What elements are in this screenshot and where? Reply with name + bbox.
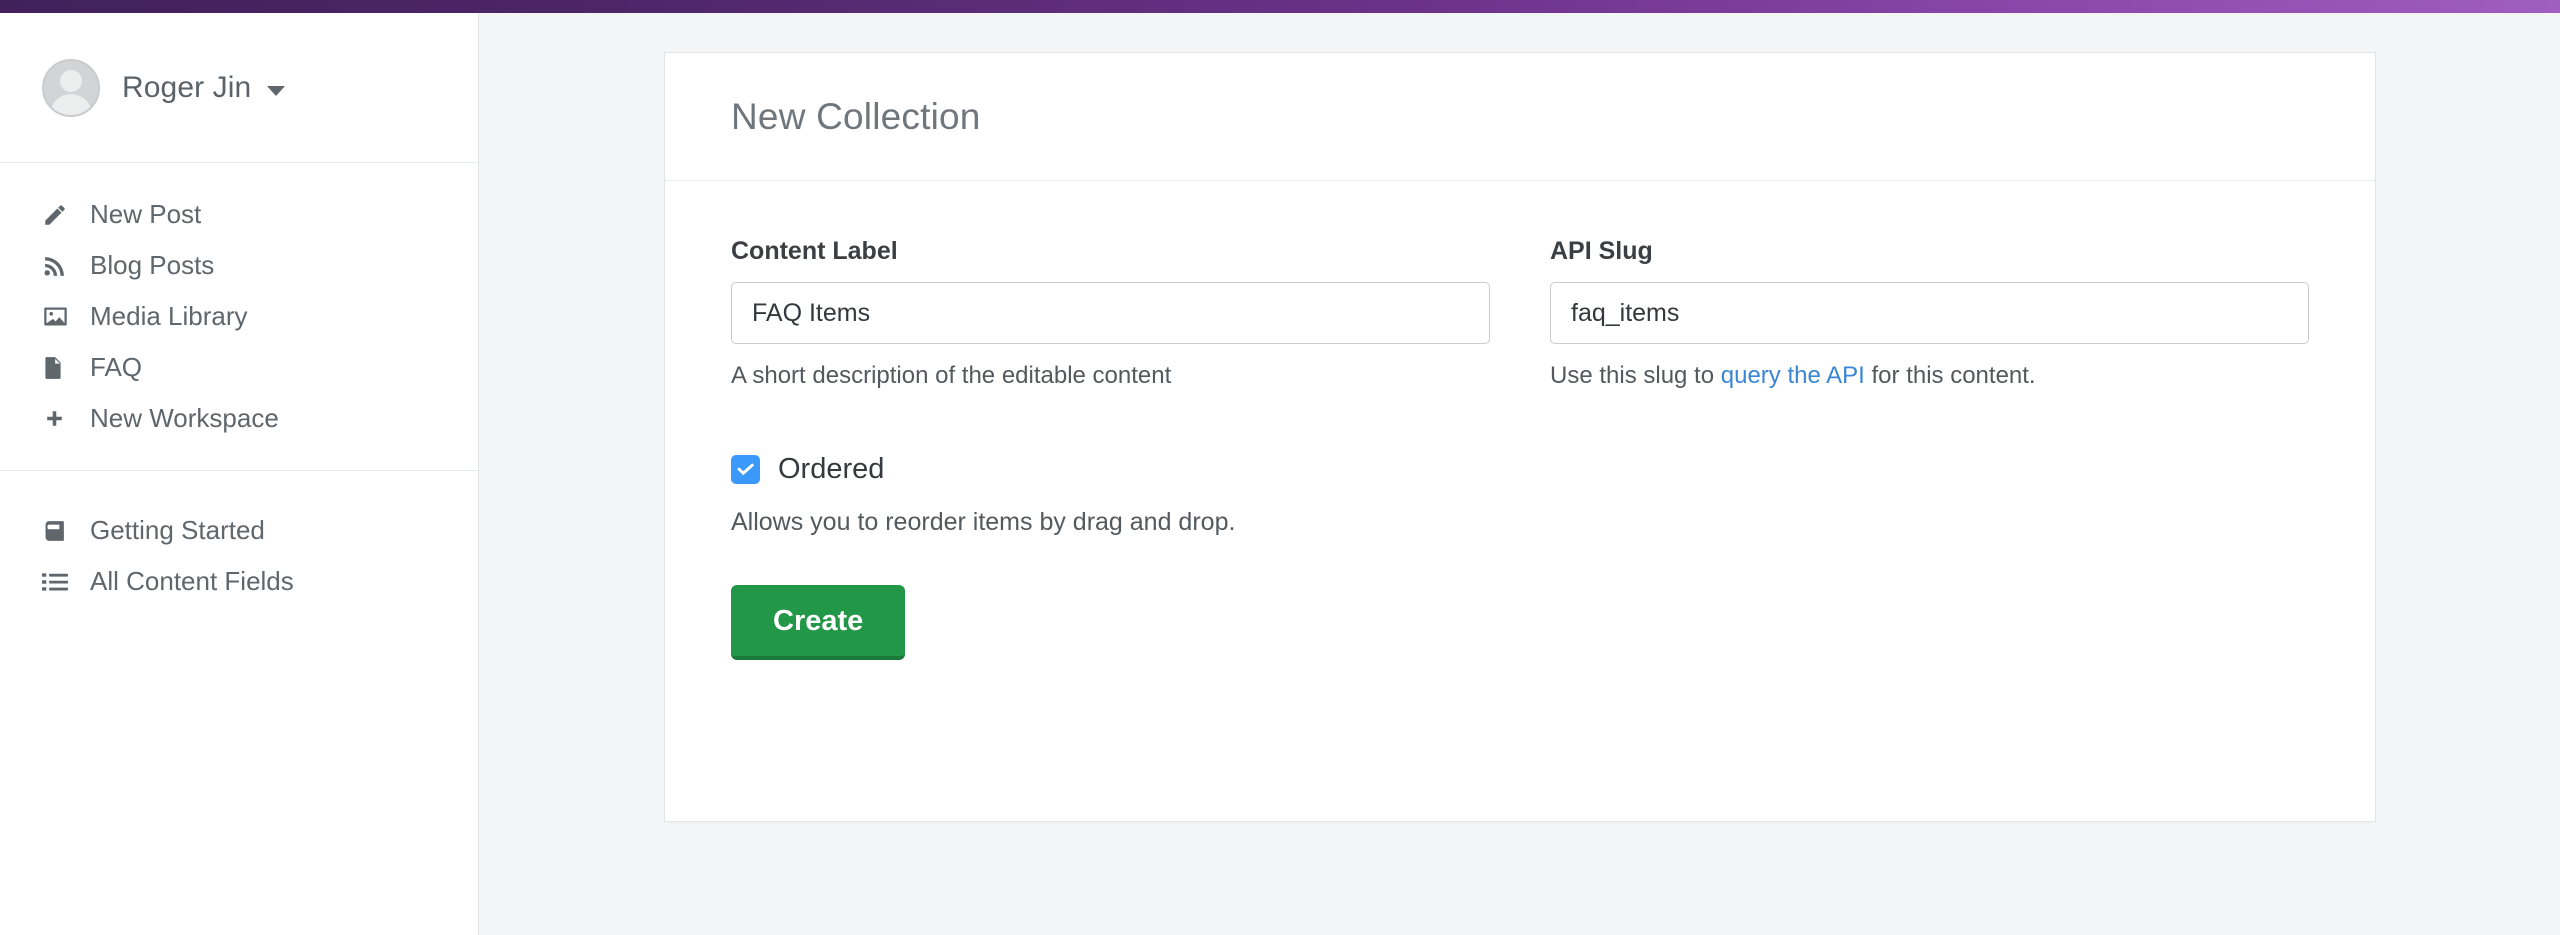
create-button[interactable]: Create	[731, 585, 905, 660]
file-icon	[42, 354, 76, 382]
api-slug-label: API Slug	[1550, 237, 2309, 266]
rss-icon	[42, 252, 76, 280]
top-accent-bar	[0, 0, 2560, 13]
sidebar-item-label: Blog Posts	[90, 250, 214, 281]
api-slug-help-before: Use this slug to	[1550, 362, 1721, 389]
sidebar-item-label: Getting Started	[90, 515, 265, 546]
sidebar-item-blog-posts[interactable]: Blog Posts	[0, 240, 478, 291]
content-label-field-group: Content Label A short description of the…	[731, 237, 1490, 391]
sidebar-item-getting-started[interactable]: Getting Started	[0, 505, 478, 556]
api-slug-field-group: API Slug Use this slug to query the API …	[1550, 237, 2309, 391]
card-body: Content Label A short description of the…	[665, 181, 2375, 660]
sidebar-item-media-library[interactable]: Media Library	[0, 291, 478, 342]
sidebar-item-label: Media Library	[90, 301, 248, 332]
chevron-down-icon[interactable]	[267, 86, 285, 96]
content-label-help: A short description of the editable cont…	[731, 360, 1490, 391]
ordered-checkbox[interactable]	[731, 455, 760, 484]
api-slug-help-after: for this content.	[1865, 362, 2036, 389]
sidebar-item-label: New Workspace	[90, 403, 279, 434]
page-title: New Collection	[731, 96, 981, 138]
api-slug-help: Use this slug to query the API for this …	[1550, 360, 2309, 391]
sidebar-item-label: All Content Fields	[90, 566, 294, 597]
sidebar-item-label: FAQ	[90, 352, 142, 383]
avatar	[42, 59, 100, 117]
sidebar-item-label: New Post	[90, 199, 201, 230]
form-row: Content Label A short description of the…	[731, 237, 2309, 391]
plus-icon	[42, 405, 76, 433]
main-content: New Collection Content Label A short des…	[479, 0, 2560, 935]
image-icon	[42, 303, 76, 331]
content-label-input[interactable]	[731, 282, 1490, 344]
ordered-label: Ordered	[778, 453, 884, 486]
sidebar-item-faq[interactable]: FAQ	[0, 342, 478, 393]
sidebar-item-new-workspace[interactable]: New Workspace	[0, 393, 478, 444]
sidebar-primary-nav: New Post Blog Posts Media Library FAQ	[0, 163, 478, 470]
new-collection-card: New Collection Content Label A short des…	[664, 52, 2376, 822]
avatar-body-shape	[50, 94, 92, 117]
sidebar: Roger Jin New Post Blog Posts Med	[0, 0, 479, 935]
checkmark-icon	[736, 461, 755, 478]
user-menu[interactable]: Roger Jin	[0, 0, 478, 163]
ordered-checkbox-row: Ordered	[731, 453, 2309, 486]
ordered-help: Allows you to reorder items by drag and …	[731, 508, 2309, 537]
list-icon	[42, 568, 76, 596]
pencil-icon	[42, 201, 76, 229]
query-the-api-link[interactable]: query the API	[1721, 362, 1865, 389]
api-slug-input[interactable]	[1550, 282, 2309, 344]
user-name: Roger Jin	[122, 71, 251, 105]
sidebar-secondary-nav: Getting Started All Content Fields	[0, 470, 478, 633]
content-label-label: Content Label	[731, 237, 1490, 266]
card-header: New Collection	[665, 53, 2375, 181]
sidebar-item-all-content-fields[interactable]: All Content Fields	[0, 556, 478, 607]
avatar-head-shape	[60, 70, 82, 92]
app-root: Roger Jin New Post Blog Posts Med	[0, 0, 2560, 935]
book-icon	[42, 517, 76, 545]
sidebar-item-new-post[interactable]: New Post	[0, 189, 478, 240]
